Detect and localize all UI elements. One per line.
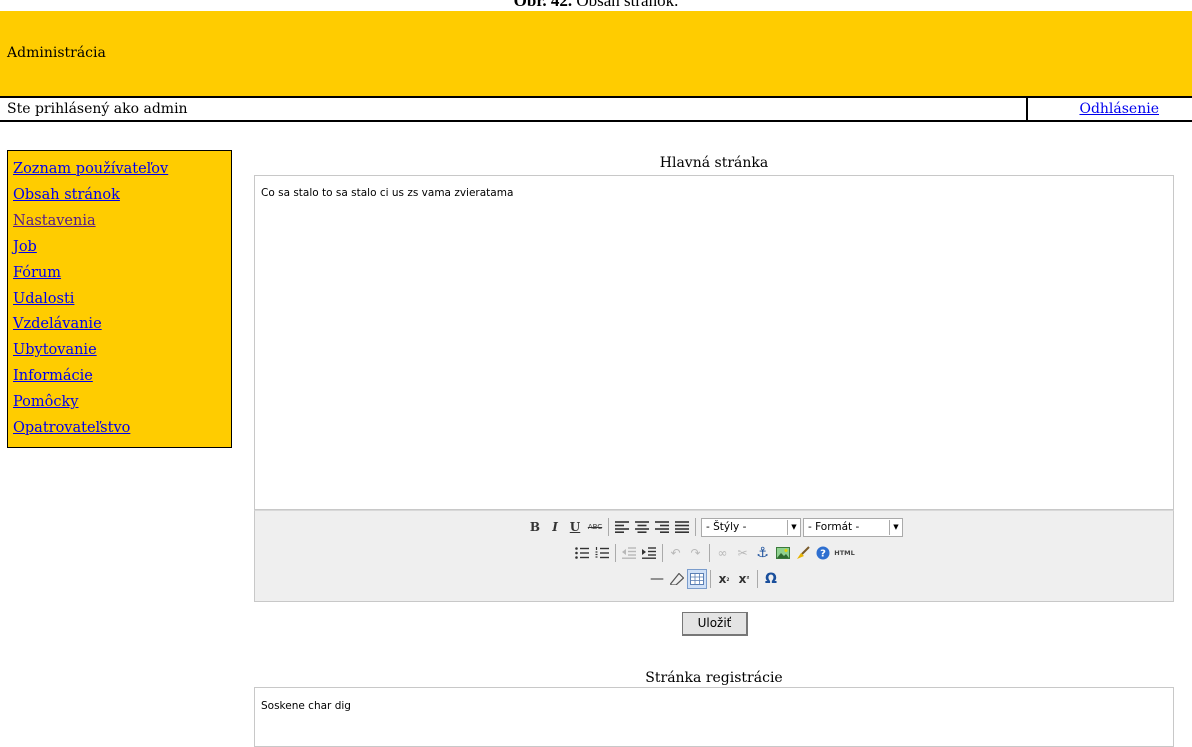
table-icon[interactable] (687, 569, 707, 589)
underline-button[interactable]: U (565, 517, 585, 537)
toolbar-row-3: — x₂ x² Ω (255, 566, 1173, 592)
horizontal-rule-icon[interactable]: — (647, 569, 667, 589)
undo-icon[interactable]: ↶ (666, 543, 686, 563)
toolbar-separator (608, 518, 609, 536)
menu-item-users[interactable]: Zoznam používateľov (13, 157, 231, 183)
menu-item-caregiving[interactable]: Opatrovateľstvo (13, 416, 231, 442)
editor-toolbar: B I U ABC - Štýly - ▼ - Formát - ▼ ↶ ↷ ∞… (254, 510, 1174, 602)
chevron-down-icon: ▼ (889, 519, 902, 535)
special-character-icon[interactable]: Ω (761, 569, 781, 589)
toolbar-separator (708, 544, 710, 562)
anchor-icon[interactable]: ⚓ (753, 543, 773, 563)
html-source-button[interactable]: HTML (833, 543, 857, 563)
menu-item-page-content[interactable]: Obsah stránok (13, 183, 231, 209)
format-select[interactable]: - Formát - ▼ (803, 517, 903, 537)
toolbar-row-1: B I U ABC - Štýly - ▼ - Formát - ▼ (255, 514, 1173, 540)
help-icon[interactable]: ? (813, 543, 833, 563)
user-bar-divider (1026, 98, 1028, 120)
superscript-icon[interactable]: x² (734, 569, 754, 589)
save-button[interactable]: Uložiť (682, 612, 748, 636)
logout-link[interactable]: Odhlásenie (1079, 101, 1159, 117)
editor-registration-page-content[interactable]: Soskene char dig (255, 688, 1173, 712)
sidebar-menu: Zoznam používateľov Obsah stránok Nastav… (7, 150, 232, 448)
strikethrough-button[interactable]: ABC (585, 517, 605, 537)
editor-main-page-content[interactable]: Co sa stalo to sa stalo ci us zs vama zv… (255, 176, 1173, 199)
indent-icon[interactable] (639, 543, 659, 563)
bullet-list-icon[interactable] (572, 543, 592, 563)
align-right-icon[interactable] (652, 517, 672, 537)
menu-item-forum[interactable]: Fórum (13, 261, 231, 287)
figure-caption-text: Obsah stránok. (576, 0, 679, 10)
align-center-icon[interactable] (632, 517, 652, 537)
menu-item-education[interactable]: Vzdelávanie (13, 312, 231, 338)
unlink-icon[interactable]: ✂ (733, 543, 753, 563)
format-select-label: - Formát - (808, 521, 860, 533)
app-title: Administrácia (7, 45, 106, 61)
section-title-main-page: Hlavná stránka (659, 155, 769, 171)
toolbar-separator (614, 544, 616, 562)
chevron-down-icon: ▼ (787, 519, 800, 535)
align-left-icon[interactable] (612, 517, 632, 537)
header: Administrácia (0, 11, 1192, 96)
figure-caption-label: Obr. 42. (513, 0, 573, 10)
link-icon[interactable]: ∞ (713, 543, 733, 563)
outdent-icon[interactable] (619, 543, 639, 563)
menu-item-information[interactable]: Informácie (13, 364, 231, 390)
subscript-icon[interactable]: x₂ (714, 569, 734, 589)
toolbar-separator (710, 570, 711, 588)
toolbar-separator (661, 544, 663, 562)
section-title-registration-page: Stránka registrácie (645, 670, 783, 686)
menu-item-aids[interactable]: Pomôcky (13, 390, 231, 416)
toolbar-separator (757, 570, 758, 588)
menu-item-accommodation[interactable]: Ubytovanie (13, 338, 231, 364)
figure-caption: Obr. 42. Obsah stránok. (0, 0, 1192, 11)
bold-button[interactable]: B (525, 517, 545, 537)
toolbar-separator (695, 518, 696, 536)
menu-item-job[interactable]: Job (13, 235, 231, 261)
styles-select-label: - Štýly - (706, 521, 747, 533)
redo-icon[interactable]: ↷ (686, 543, 706, 563)
numbered-list-icon[interactable] (592, 543, 612, 563)
align-justify-icon[interactable] (672, 517, 692, 537)
menu-item-events[interactable]: Udalosti (13, 287, 231, 313)
editor-main-page[interactable]: Co sa stalo to sa stalo ci us zs vama zv… (254, 175, 1174, 510)
logged-in-status: Ste prihlásený ako admin (7, 101, 188, 117)
styles-select[interactable]: - Štýly - ▼ (701, 517, 801, 537)
italic-button[interactable]: I (545, 517, 565, 537)
eraser-icon[interactable] (667, 569, 687, 589)
image-icon[interactable] (773, 543, 793, 563)
editor-registration-page[interactable]: Soskene char dig (254, 687, 1174, 747)
menu-item-settings[interactable]: Nastavenia (13, 209, 231, 235)
toolbar-row-2: ↶ ↷ ∞ ✂ ⚓ ? HTML (255, 540, 1173, 566)
cleanup-icon[interactable] (793, 543, 813, 563)
svg-text:?: ? (820, 549, 826, 560)
user-bar: Ste prihlásený ako admin Odhlásenie (0, 96, 1192, 122)
